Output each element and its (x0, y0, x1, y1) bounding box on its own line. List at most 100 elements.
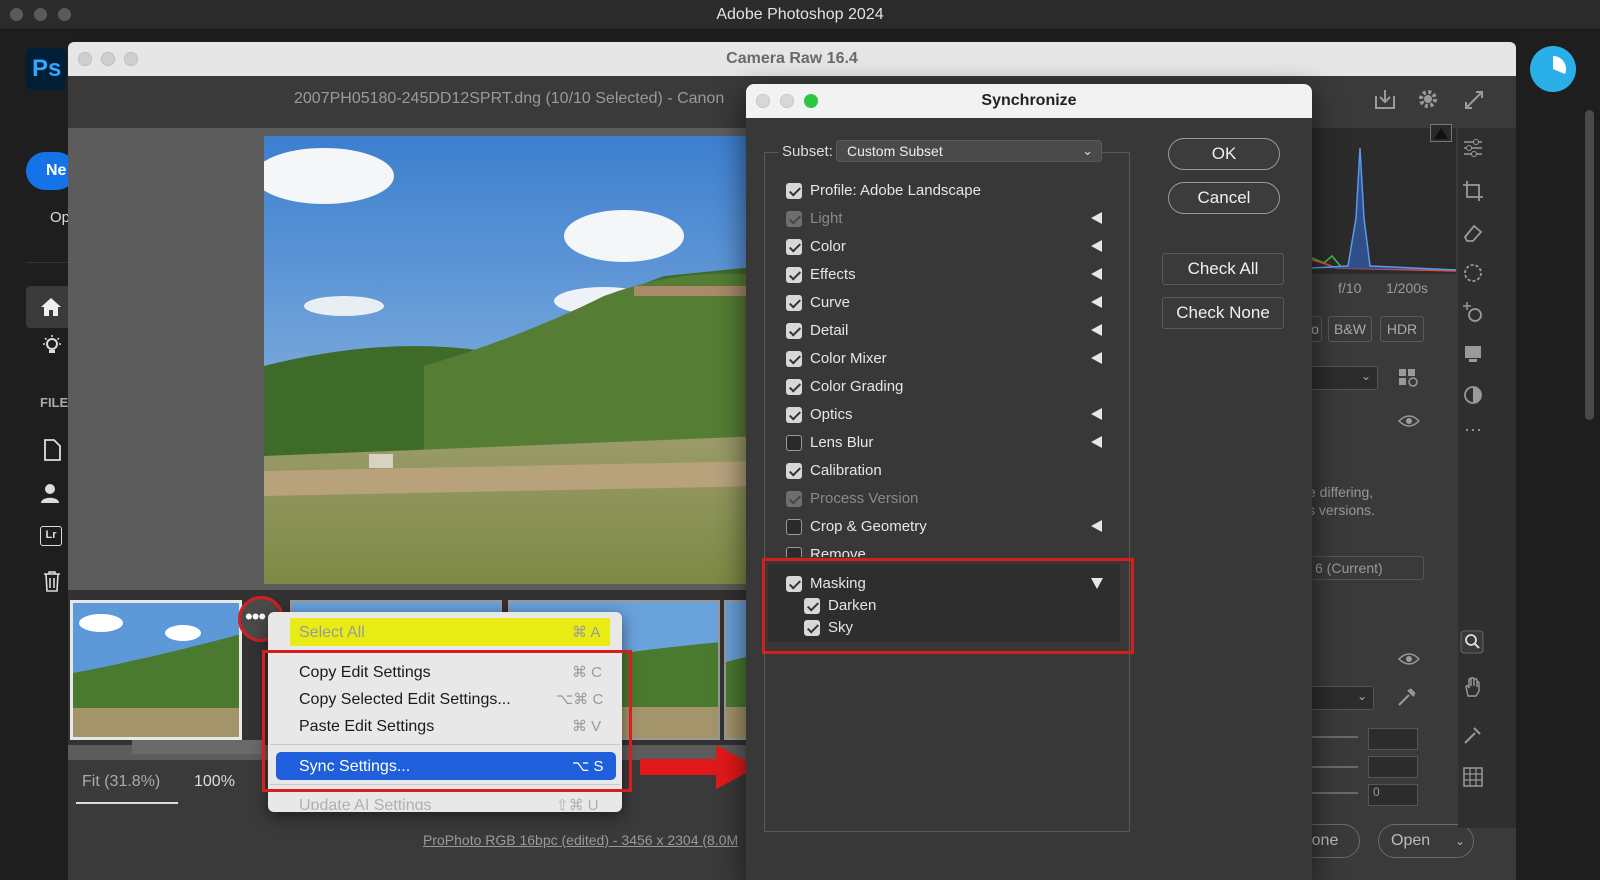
check-all-button[interactable]: Check All (1162, 253, 1284, 285)
setting-remove[interactable]: Remove (786, 543, 1106, 557)
cr-close-button[interactable] (78, 52, 92, 66)
expand-triangle-icon[interactable] (1091, 520, 1102, 532)
checkbox[interactable] (786, 295, 802, 311)
setting-optics[interactable]: Optics (786, 403, 1106, 427)
slider-value-field[interactable]: 0 (1368, 784, 1418, 806)
gear-icon[interactable] (1416, 87, 1440, 111)
setting-process-version[interactable]: Process Version (786, 487, 1106, 511)
setting-profile[interactable]: Profile: Adobe Landscape (786, 179, 1106, 203)
setting-calibration[interactable]: Calibration (786, 459, 1106, 483)
setting-lens-blur[interactable]: Lens Blur (786, 431, 1106, 455)
hdr-button[interactable]: HDR (1380, 316, 1424, 342)
setting-color-grading[interactable]: Color Grading (786, 375, 1106, 399)
close-window-button[interactable] (10, 8, 23, 21)
checkbox[interactable] (786, 407, 802, 423)
menu-item-select-all[interactable]: Select All (299, 619, 365, 646)
zoom-window-button[interactable] (58, 8, 71, 21)
masking-icon[interactable] (1462, 262, 1484, 284)
checkbox[interactable] (786, 519, 802, 535)
open-button[interactable]: Open ⌄ (1378, 824, 1474, 858)
expand-triangle-icon[interactable] (1091, 240, 1102, 252)
filmstrip-thumbnail[interactable] (70, 600, 242, 740)
profile-browser-icon[interactable] (1398, 368, 1420, 388)
slider-track[interactable] (1308, 766, 1358, 768)
check-none-button[interactable]: Check None (1162, 297, 1284, 329)
expand-triangle-icon[interactable] (1091, 268, 1102, 280)
setting-crop-geometry[interactable]: Crop & Geometry (786, 515, 1106, 539)
checkbox[interactable] (786, 267, 802, 283)
slider-value-field[interactable] (1368, 728, 1418, 750)
process-version-dropdown[interactable]: 6 (Current) (1308, 556, 1424, 580)
fullscreen-icon[interactable] (1464, 90, 1484, 110)
lightbulb-icon[interactable] (40, 334, 64, 358)
slider-track[interactable] (1308, 736, 1358, 738)
checkbox[interactable] (786, 211, 802, 227)
filmstrip-scrollbar[interactable] (132, 740, 262, 754)
checkbox[interactable] (786, 491, 802, 507)
checkbox[interactable] (786, 239, 802, 255)
cr-zoom-button[interactable] (124, 52, 138, 66)
more-tools-icon[interactable]: ⋯ (1464, 420, 1482, 441)
user-avatar[interactable] (1530, 46, 1576, 92)
workflow-options-link[interactable]: ProPhoto RGB 16bpc (edited) - 3456 x 230… (423, 832, 738, 848)
checkbox[interactable] (786, 463, 802, 479)
dialog-zoom-button[interactable] (804, 94, 818, 108)
crop-icon[interactable] (1462, 180, 1484, 202)
hand-tool-icon[interactable] (1462, 676, 1484, 698)
checkbox[interactable] (786, 183, 802, 199)
highlight-clipping-toggle[interactable] (1430, 124, 1452, 142)
lightroom-icon[interactable]: Lr (40, 526, 62, 546)
trash-icon[interactable] (42, 570, 62, 592)
checkbox[interactable] (786, 323, 802, 339)
dialog-close-button[interactable] (756, 94, 770, 108)
visibility-eye-icon[interactable] (1398, 414, 1420, 428)
checkbox[interactable] (786, 351, 802, 367)
setting-color[interactable]: Color (786, 235, 1106, 259)
zoom-100-button[interactable]: 100% (194, 773, 235, 791)
grid-overlay-icon[interactable] (1462, 766, 1484, 788)
checkbox[interactable] (786, 379, 802, 395)
document-icon[interactable] (42, 439, 62, 461)
profile-dropdown[interactable]: ⌄ (1308, 366, 1378, 390)
setting-light[interactable]: Light (786, 207, 1106, 231)
home-nav-item[interactable] (26, 286, 70, 328)
red-eye-icon[interactable] (1462, 302, 1484, 324)
landscape-photo (264, 136, 764, 584)
save-image-icon[interactable] (1374, 88, 1396, 110)
menu-item-update-ai-settings[interactable]: Update AI Settings (299, 792, 432, 810)
open-file-button[interactable]: Op (50, 209, 70, 226)
visibility-eye-icon[interactable] (1398, 652, 1420, 666)
checkbox[interactable] (786, 547, 802, 557)
checkbox[interactable] (786, 435, 802, 451)
cr-minimize-button[interactable] (101, 52, 115, 66)
eraser-icon[interactable] (1462, 222, 1484, 244)
setting-color-mixer[interactable]: Color Mixer (786, 347, 1106, 371)
people-icon[interactable] (39, 482, 65, 504)
eyedropper-icon[interactable] (1396, 686, 1418, 708)
slider-track[interactable] (1308, 792, 1358, 794)
scrollbar[interactable] (1585, 110, 1594, 420)
expand-triangle-icon[interactable] (1091, 436, 1102, 448)
presets-icon[interactable] (1462, 384, 1484, 406)
zoom-tool-icon[interactable] (1460, 630, 1484, 654)
subset-dropdown[interactable]: Custom Subset ⌄ (836, 140, 1102, 162)
dialog-minimize-button[interactable] (780, 94, 794, 108)
minimize-window-button[interactable] (34, 8, 47, 21)
setting-effects[interactable]: Effects (786, 263, 1106, 287)
setting-curve[interactable]: Curve (786, 291, 1106, 315)
bw-profile-button[interactable]: B&W (1328, 316, 1372, 342)
sliders-icon[interactable] (1462, 138, 1484, 158)
expand-triangle-icon[interactable] (1091, 212, 1102, 224)
expand-triangle-icon[interactable] (1091, 352, 1102, 364)
expand-triangle-icon[interactable] (1091, 296, 1102, 308)
color-dropdown[interactable]: ⌄ (1308, 686, 1374, 710)
expand-triangle-icon[interactable] (1091, 408, 1102, 420)
expand-triangle-icon[interactable] (1091, 324, 1102, 336)
ok-button[interactable]: OK (1168, 138, 1280, 170)
zoom-fit-button[interactable]: Fit (31.8%) (82, 773, 160, 791)
color-sampler-icon[interactable] (1462, 724, 1484, 746)
setting-detail[interactable]: Detail (786, 319, 1106, 343)
snapshots-icon[interactable] (1462, 342, 1484, 364)
cancel-button[interactable]: Cancel (1168, 182, 1280, 214)
slider-value-field[interactable] (1368, 756, 1418, 778)
